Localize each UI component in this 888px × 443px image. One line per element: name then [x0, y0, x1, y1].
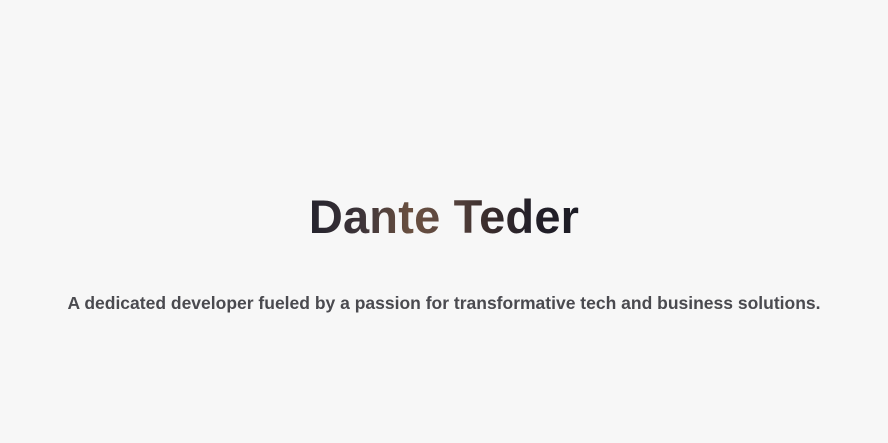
hero-section: Dante Teder A dedicated developer fueled…	[0, 0, 888, 443]
hero-tagline: A dedicated developer fueled by a passio…	[67, 293, 821, 313]
hero-name-heading: Dante Teder	[0, 189, 888, 245]
